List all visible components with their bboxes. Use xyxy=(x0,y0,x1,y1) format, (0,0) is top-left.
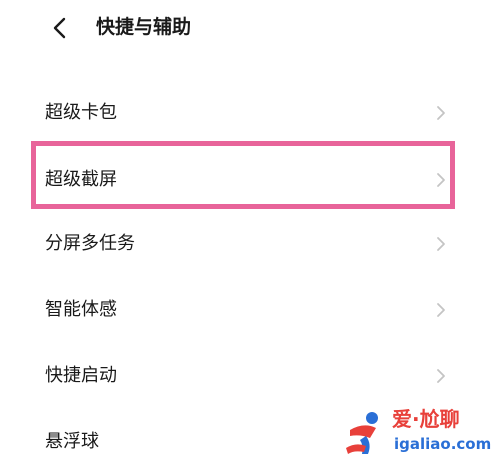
watermark-text-en: igaliao.com xyxy=(394,435,492,453)
menu-item-super-screenshot[interactable]: 超级截屏 xyxy=(0,150,498,210)
chevron-left-icon xyxy=(53,17,66,39)
menu-item-split-screen[interactable]: 分屏多任务 xyxy=(0,214,498,274)
page-title: 快捷与辅助 xyxy=(96,16,192,38)
menu-item-smart-motion[interactable]: 智能体感 xyxy=(0,280,498,340)
menu-item-label: 超级截屏 xyxy=(45,169,117,190)
menu-item-label: 超级卡包 xyxy=(45,102,117,123)
menu-item-quick-launch[interactable]: 快捷启动 xyxy=(0,346,498,406)
menu-item-label: 悬浮球 xyxy=(45,431,99,452)
chevron-right-icon xyxy=(437,369,445,383)
menu-item-label: 快捷启动 xyxy=(45,365,117,386)
chevron-right-icon xyxy=(437,303,445,317)
menu-item-super-card-wallet[interactable]: 超级卡包 xyxy=(0,83,498,143)
chevron-right-icon xyxy=(437,106,445,120)
header-bar: 快捷与辅助 xyxy=(0,0,498,56)
watermark-text-cn: 爱·尬聊 xyxy=(392,407,460,431)
chevron-right-icon xyxy=(437,237,445,251)
chevron-right-icon xyxy=(437,173,445,187)
menu-item-label: 智能体感 xyxy=(45,299,117,320)
menu-item-label: 分屏多任务 xyxy=(45,233,135,254)
running-figure-logo-icon xyxy=(346,412,378,454)
watermark: 爱·尬聊 igaliao.com xyxy=(342,404,492,464)
back-button[interactable] xyxy=(44,12,76,44)
